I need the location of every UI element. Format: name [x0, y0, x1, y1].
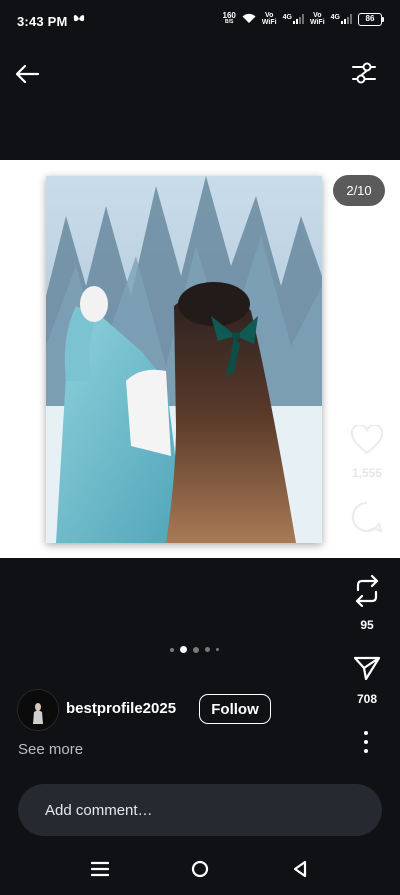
battery-level: 86 — [365, 14, 375, 23]
more-options-button[interactable] — [358, 731, 374, 753]
battery-icon: 86 — [358, 12, 384, 26]
home-button[interactable] — [185, 856, 215, 886]
system-nav-bar — [0, 848, 400, 895]
avatar[interactable] — [17, 689, 59, 731]
net-speed: 160 B/S — [222, 11, 236, 26]
image-counter-badge: 2/10 — [333, 175, 385, 206]
repost-icon — [353, 574, 381, 612]
see-more-link[interactable]: See more — [18, 741, 83, 758]
carousel-dot — [205, 647, 210, 652]
triangle-back-icon — [292, 860, 308, 883]
carousel-dots — [170, 646, 219, 653]
repost-action[interactable]: 95 — [347, 574, 387, 632]
status-time: 3:43 PM — [17, 14, 68, 29]
post-photo[interactable] — [46, 176, 322, 543]
sim1-volte: Vo WiFi — [261, 12, 277, 26]
status-bar: 3:43 PM 160 B/S Vo WiFi 4G Vo WiFi 4G 86 — [0, 0, 400, 44]
share-action[interactable]: 708 — [347, 655, 387, 706]
comment-bubble-icon — [350, 500, 384, 539]
status-icons: 160 B/S Vo WiFi 4G Vo WiFi 4G 86 — [222, 11, 384, 26]
menu-lines-icon — [90, 861, 110, 882]
recents-button[interactable] — [85, 856, 115, 886]
carousel-dot — [170, 647, 174, 652]
carousel-dot-active — [180, 646, 187, 653]
comment-action[interactable] — [347, 500, 387, 539]
follow-button[interactable]: Follow — [199, 694, 271, 724]
butterfly-icon — [73, 13, 85, 27]
system-back-button[interactable] — [285, 856, 315, 886]
sim2-volte: Vo WiFi — [309, 12, 325, 26]
repost-count: 95 — [360, 618, 374, 632]
share-count: 708 — [356, 692, 378, 706]
like-count: 1,555 — [351, 466, 383, 480]
comment-placeholder: Add comment… — [45, 801, 153, 819]
send-icon — [353, 655, 381, 686]
sim1-signal-icon: 4G — [283, 14, 304, 24]
like-action[interactable]: 1,555 — [347, 423, 387, 480]
back-button[interactable] — [12, 62, 42, 90]
sim2-signal-icon: 4G — [331, 14, 352, 24]
carousel-dot — [216, 648, 219, 651]
arrow-left-icon — [14, 64, 40, 89]
filter-button[interactable] — [350, 60, 378, 90]
username[interactable]: bestprofile2025 — [66, 700, 176, 717]
sliders-icon — [351, 60, 377, 91]
comment-input[interactable]: Add comment… — [18, 784, 382, 836]
carousel-dot — [193, 646, 199, 653]
wifi-icon — [242, 13, 256, 26]
heart-icon — [350, 423, 384, 460]
circle-home-icon — [191, 860, 209, 883]
